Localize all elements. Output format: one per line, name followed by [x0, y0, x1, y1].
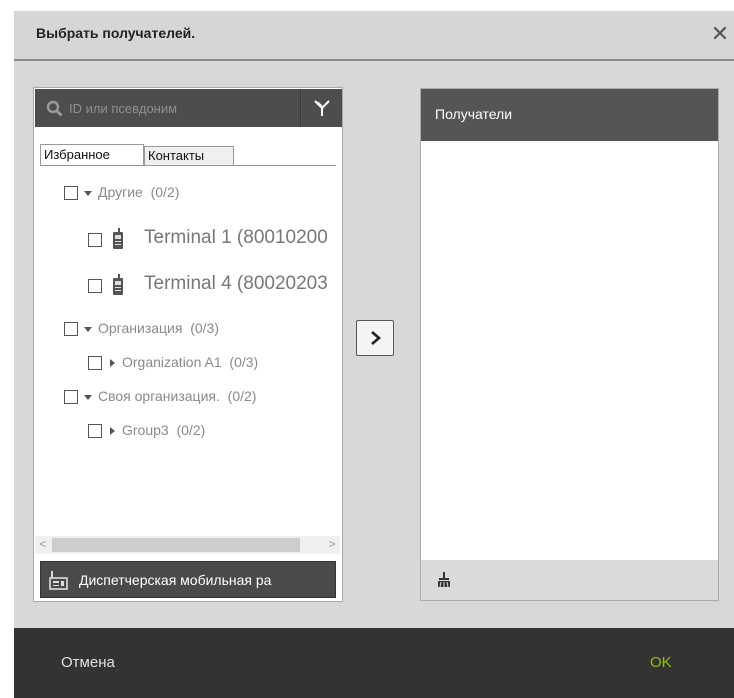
recipients-header: Получатели — [421, 89, 718, 141]
collapsed-caret-icon[interactable] — [110, 359, 115, 367]
clear-broom-icon[interactable] — [437, 572, 451, 588]
expanded-caret-icon[interactable] — [84, 395, 92, 400]
close-icon[interactable]: ✕ — [708, 23, 732, 47]
add-recipient-button[interactable] — [356, 320, 394, 356]
recipients-title: Получатели — [435, 106, 513, 122]
cancel-button[interactable]: Отмена — [61, 654, 115, 671]
tree-node-terminal-4[interactable]: Terminal 4 (80020203 — [88, 274, 338, 296]
tree-node-label: Group3 — [122, 422, 169, 438]
search-bar — [35, 89, 342, 127]
dialog-titlebar: Выбрать получателей. ✕ — [14, 11, 734, 59]
tree-node-count: (0/2) — [227, 388, 257, 404]
filter-icon — [314, 100, 330, 116]
checkbox[interactable] — [64, 322, 78, 336]
contacts-panel: Избранное Контакты Другие (0/2) — [33, 87, 343, 602]
tree-node-label: Terminal 1 (80010200 — [144, 228, 328, 248]
checkbox[interactable] — [88, 356, 102, 370]
checkbox[interactable] — [88, 424, 102, 438]
search-input[interactable] — [69, 98, 295, 118]
recipients-list — [421, 141, 718, 560]
dispatch-radio-icon — [49, 571, 68, 590]
expanded-caret-icon[interactable] — [84, 191, 92, 196]
tabs-underline — [40, 165, 336, 166]
horizontal-scrollbar[interactable]: < > — [35, 536, 340, 554]
ok-button[interactable]: OK — [650, 654, 672, 671]
expanded-caret-icon[interactable] — [84, 327, 92, 332]
checkbox[interactable] — [64, 186, 78, 200]
tree-node-count: (0/3) — [229, 354, 259, 370]
scroll-left-icon[interactable]: < — [35, 537, 51, 553]
tree-node-label: Terminal 4 (80020203 — [144, 274, 328, 294]
radio-terminal-icon — [113, 274, 123, 295]
recipients-panel: Получатели — [420, 88, 719, 601]
search-icon — [46, 100, 63, 117]
dialog-title: Выбрать получателей. — [36, 25, 196, 41]
tree-node-label: Организация — [98, 320, 183, 336]
radio-terminal-icon — [113, 228, 123, 249]
filter-button[interactable] — [302, 89, 342, 127]
scroll-right-icon[interactable]: > — [324, 537, 340, 553]
tab-favorites[interactable]: Избранное — [40, 144, 144, 166]
tree-node-label: Другие — [98, 184, 143, 200]
chevron-right-icon — [371, 331, 381, 345]
tree-node-label: Organization A1 — [122, 354, 222, 370]
recipients-footer — [421, 560, 718, 600]
tree-node-label: Своя организация. — [98, 388, 220, 404]
contacts-tree: Другие (0/2) Terminal 1 (80010200 Termin… — [34, 168, 342, 538]
title-divider — [14, 59, 734, 61]
checkbox[interactable] — [88, 233, 102, 247]
search-field-wrapper — [35, 89, 301, 127]
dialog-footer: Отмена OK — [14, 628, 734, 698]
select-recipients-dialog: Выбрать получателей. ✕ ID или псевдоним … — [14, 11, 734, 698]
tree-node-count: (0/2) — [176, 422, 206, 438]
tab-contacts[interactable]: Контакты — [144, 146, 234, 166]
tree-node-terminal-1[interactable]: Terminal 1 (80010200 — [88, 228, 338, 250]
collapsed-caret-icon[interactable] — [110, 427, 115, 435]
tree-node-count: (0/3) — [190, 320, 220, 336]
dispatch-mobile-radio-button[interactable]: Диспетчерская мобильная ра — [40, 561, 336, 598]
tree-node-count: (0/2) — [150, 184, 180, 200]
dispatch-button-label: Диспетчерская мобильная ра — [79, 572, 272, 588]
checkbox[interactable] — [64, 390, 78, 404]
scrollbar-thumb[interactable] — [52, 538, 300, 552]
checkbox[interactable] — [88, 279, 102, 293]
